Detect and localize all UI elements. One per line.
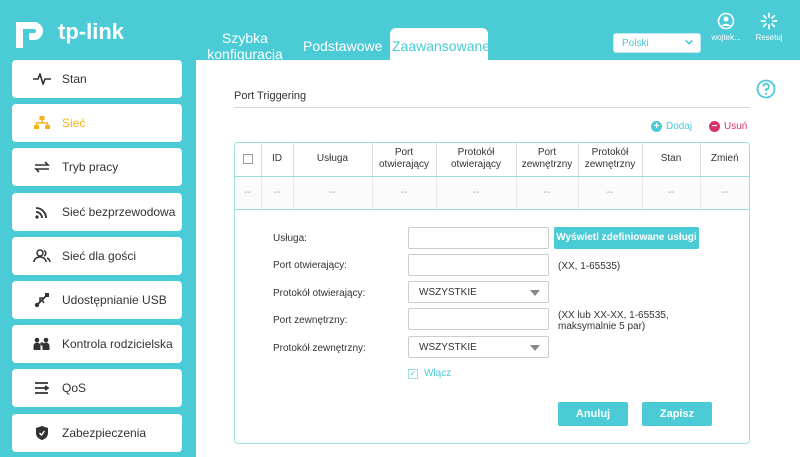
external-protocol-select[interactable]: WSZYSTKIE (408, 336, 549, 358)
external-protocol-value: WSZYSTKIE (419, 342, 477, 353)
sidebar: Stan Sieć Tryb pracy Sieć bezprzewodowa … (12, 60, 182, 457)
external-port-hint-line2: maksymalnie 5 par) (558, 321, 646, 332)
user-icon (717, 12, 735, 30)
col-open-protocol: Protokół otwierający (436, 143, 517, 177)
add-button[interactable]: + Dodaj (651, 121, 692, 132)
sidebar-item-label: Sieć (62, 116, 86, 131)
enable-toggle[interactable]: ✓ Włącz (408, 368, 451, 379)
sidebar-item-label: QoS (62, 381, 87, 396)
reset-button[interactable]: Resetuj (752, 12, 786, 42)
col-service: Usługa (293, 143, 373, 177)
network-icon (32, 115, 52, 131)
table-cell: -- (700, 176, 749, 210)
sidebar-item-wireless[interactable]: Sieć bezprzewodowa (12, 192, 182, 231)
chevron-down-icon (685, 39, 693, 45)
add-label: Dodaj (666, 121, 693, 132)
dropdown-arrow-icon (530, 290, 540, 296)
sidebar-item-status[interactable]: Stan (12, 60, 182, 98)
table-cell: -- (642, 176, 701, 210)
show-defined-services-button[interactable]: Wyświetl zdefiniowane usługi (554, 227, 699, 249)
sidebar-item-parental-controls[interactable]: Kontrola rodzicielska (12, 325, 182, 364)
open-port-input[interactable] (408, 254, 549, 276)
delete-label: Usuń (724, 121, 748, 132)
table-cell: -- (436, 176, 517, 210)
service-label: Usługa: (273, 233, 307, 244)
col-external-protocol: Protokół zewnętrzny (578, 143, 643, 177)
usb-icon (32, 292, 52, 308)
table-cell: -- (516, 176, 579, 210)
external-port-hint-line1: (XX lub XX-XX, 1-65535, (558, 310, 669, 321)
sidebar-item-label: Zabezpieczenia (62, 425, 147, 440)
tab-advanced[interactable]: Zaawansowane (390, 28, 490, 60)
enable-checkbox[interactable]: ✓ (408, 368, 418, 379)
section-divider (234, 107, 750, 108)
table-header-row: ID Usługa Port otwierający Protokół otwi… (235, 143, 749, 177)
col-external-port: Port zewnętrzny (516, 143, 579, 177)
sidebar-item-label: Udostępnianie USB (62, 292, 167, 307)
table-cell: -- (372, 176, 437, 210)
delete-button[interactable]: − Usuń (709, 121, 747, 132)
sidebar-item-security[interactable]: Zabezpieczenia (12, 413, 182, 452)
sidebar-item-label: Stan (62, 72, 87, 86)
col-open-port: Port otwierający (372, 143, 437, 177)
cancel-button[interactable]: Anuluj (558, 402, 628, 426)
family-icon (32, 336, 52, 352)
table-row: -- -- -- -- -- -- -- -- -- (235, 176, 749, 210)
external-port-hint: (XX lub XX-XX, 1-65535, maksymalnie 5 pa… (558, 310, 669, 332)
sidebar-item-label: Kontrola rodzicielska (62, 337, 173, 352)
table-cell: -- (235, 176, 262, 210)
sidebar-item-guest-network[interactable]: Sieć dla gości (12, 236, 182, 275)
external-protocol-label: Protokół zewnętrzny: (273, 343, 366, 354)
shield-icon (32, 425, 52, 441)
language-select[interactable]: Polski (613, 33, 701, 53)
guests-icon (32, 248, 52, 264)
table-cell: -- (293, 176, 373, 210)
open-port-label: Port otwierający: (273, 260, 347, 271)
dropdown-arrow-icon (530, 345, 540, 351)
table-cell: -- (578, 176, 643, 210)
user-label: wojtek... (711, 33, 741, 42)
service-input[interactable] (408, 227, 549, 249)
qos-icon (32, 380, 52, 396)
select-all-cell[interactable] (235, 143, 262, 177)
open-protocol-select[interactable]: WSZYSTKIE (408, 281, 549, 303)
wifi-icon (32, 204, 52, 220)
minus-icon: − (709, 121, 720, 132)
tab-basic[interactable]: Podstawowe (303, 38, 382, 54)
plus-icon: + (651, 121, 662, 132)
sidebar-item-operation-mode[interactable]: Tryb pracy (12, 148, 182, 187)
mode-arrows-icon (32, 159, 52, 175)
pulse-icon (32, 71, 52, 87)
col-modify: Zmień (700, 143, 749, 177)
reset-label: Resetuj (755, 33, 783, 42)
external-port-input[interactable] (408, 308, 549, 330)
sidebar-item-label: Sieć dla gości (62, 248, 137, 263)
enable-label: Włącz (424, 368, 452, 379)
sidebar-item-label: Sieć bezprzewodowa (62, 204, 176, 219)
select-all-checkbox[interactable] (242, 153, 253, 164)
open-port-hint: (XX, 1-65535) (558, 261, 621, 272)
help-icon[interactable] (756, 79, 776, 99)
open-protocol-label: Protokół otwierający: (273, 288, 366, 299)
col-id: ID (261, 143, 294, 177)
sidebar-item-qos[interactable]: QoS (12, 369, 182, 408)
col-status: Stan (642, 143, 701, 177)
tp-link-logo: tp-link (12, 14, 124, 50)
open-protocol-value: WSZYSTKIE (419, 287, 477, 298)
logo-text: tp-link (58, 19, 124, 44)
save-button[interactable]: Zapisz (642, 402, 712, 426)
language-selected: Polski (622, 38, 649, 49)
tab-quick-setup[interactable]: Szybka konfiguracja (207, 30, 283, 62)
sidebar-item-usb-sharing[interactable]: Udostępnianie USB (12, 280, 182, 319)
external-port-label: Port zewnętrzny: (273, 315, 348, 326)
sidebar-item-label: Tryb pracy (62, 160, 119, 175)
table-cell: -- (261, 176, 294, 210)
reset-icon (760, 12, 778, 30)
tp-link-logo-icon (16, 22, 43, 48)
section-title: Port Triggering (234, 90, 307, 102)
sidebar-item-network[interactable]: Sieć (12, 104, 182, 143)
user-account-button[interactable]: wojtek... (707, 12, 745, 42)
